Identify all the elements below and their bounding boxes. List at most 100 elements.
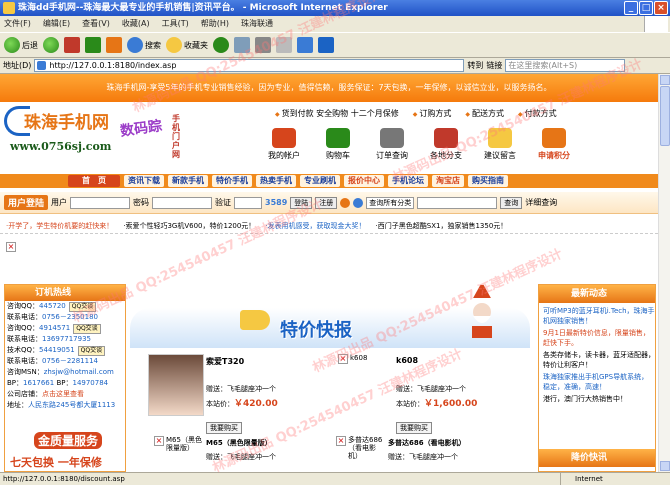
tab-new-phones[interactable]: 新款手机	[168, 175, 208, 187]
vertical-scrollbar[interactable]	[658, 74, 670, 472]
menu-help[interactable]: 帮助(H)	[201, 16, 229, 32]
address-input[interactable]: http://127.0.0.1:8180/index.asp	[34, 59, 465, 72]
scroll-thumb[interactable]	[660, 86, 670, 146]
product-image-alt[interactable]: M65（黑色限量版）	[166, 436, 202, 452]
search-button[interactable]: 搜索	[127, 37, 161, 53]
print-icon[interactable]	[276, 37, 292, 53]
go-button[interactable]: 转到	[467, 60, 483, 71]
qq-chat-button[interactable]: QQ交谈	[77, 346, 106, 356]
verify-input[interactable]	[234, 196, 263, 209]
forward-arrow-icon[interactable]	[43, 37, 59, 53]
stop-icon[interactable]	[64, 37, 80, 53]
tab-special[interactable]: 特价手机	[212, 175, 252, 187]
scroll-up-arrow-icon[interactable]	[660, 75, 670, 85]
messenger-icon[interactable]	[318, 37, 334, 53]
product-image-alt[interactable]: k608	[350, 354, 367, 362]
menu-tools[interactable]: 工具(T)	[162, 16, 189, 32]
qq-chat-button[interactable]: QQ交谈	[68, 302, 97, 312]
tab-quotes[interactable]: 报价中心	[344, 175, 384, 187]
username-input[interactable]	[70, 196, 131, 209]
product-name[interactable]: M65（黑色限量版）	[206, 438, 272, 448]
product-name[interactable]: 多普达686（看电影机）	[388, 438, 466, 448]
category-select[interactable]: 查询所有分类	[366, 196, 415, 209]
nav-cart[interactable]: 购物车	[316, 128, 360, 161]
ticker-item[interactable]: ·开学了，学生特价机要的赶快来！	[6, 218, 113, 233]
buy-button[interactable]: 我要购买	[206, 422, 242, 434]
tab-taobao[interactable]: 淘宝店	[432, 175, 464, 187]
minimize-button[interactable]: _	[624, 1, 638, 15]
history-icon[interactable]	[234, 37, 250, 53]
cart-icon	[326, 128, 350, 148]
menu-unicom[interactable]: 珠海联通	[241, 16, 273, 32]
promo-quality: 金质量服务	[34, 432, 103, 449]
detail-search-link[interactable]: 详细查询	[525, 197, 557, 208]
verify-code: 3589	[265, 198, 288, 207]
home-icon[interactable]	[106, 37, 122, 53]
product-card: × M65（黑色限量版） M65（黑色限量版） 赠送：飞毛腿座冲一个	[154, 436, 284, 466]
register-button[interactable]: 注册	[315, 196, 338, 209]
product-name[interactable]: 索爱T320	[206, 356, 244, 367]
mail-icon[interactable]	[255, 37, 271, 53]
menu-favorites[interactable]: 收藏(A)	[122, 16, 150, 32]
maximize-button[interactable]: □	[639, 1, 653, 15]
contact-row: 联系电话：0756－2350180	[7, 313, 98, 321]
contact-row: 地址：人民东路245号都大厦1113	[7, 401, 116, 409]
toplink-secure[interactable]: 货到付款 安全购物 十二个月保修	[275, 108, 399, 119]
contact-row: 联系电话：0756－2281114	[7, 357, 98, 365]
nav-branches[interactable]: 各地分支	[424, 128, 468, 161]
site-logo[interactable]: 珠海手机网 www.0756sj.com	[4, 106, 134, 153]
media-icon[interactable]	[213, 37, 229, 53]
menu-view[interactable]: 查看(V)	[82, 16, 110, 32]
nav-my-account[interactable]: 我的帐户	[262, 128, 306, 161]
product-name[interactable]: k608	[396, 356, 418, 365]
login-button[interactable]: 登陆	[290, 196, 313, 209]
top-announcement: 珠海手机网-享受5年的手机专业销售经验，因为专业，值得信赖，服务保证：7天包换，…	[0, 74, 658, 102]
search-submit-button[interactable]: 查询	[500, 196, 523, 209]
product-image-alt[interactable]: 多普达686（看电影机）	[348, 436, 384, 460]
qq-chat-button[interactable]: QQ交谈	[73, 324, 101, 334]
nav-feedback[interactable]: 建议留言	[478, 128, 522, 161]
news-item[interactable]: 可听MP3的蓝牙耳机i.Tech，珠海手机网独家销售！	[543, 306, 655, 326]
toplink-order[interactable]: 订购方式	[413, 108, 451, 119]
ticker-item[interactable]: ·索爱个性轻巧3G机V600，特价1200元！	[123, 218, 255, 233]
ticker-item[interactable]: ·发表用机感受，获取现金大奖！	[265, 218, 365, 233]
user-label: 用户	[51, 198, 68, 207]
favorites-button[interactable]: 收藏夹	[166, 37, 208, 53]
site-search-input[interactable]	[417, 196, 498, 209]
password-input[interactable]	[152, 196, 213, 209]
news-item[interactable]: 各类存储卡，读卡器，蓝牙适配器，特价让利客户！	[543, 350, 655, 370]
nav-order-query[interactable]: 订单查询	[370, 128, 414, 161]
shop-link[interactable]: 点击这里查看	[42, 390, 84, 398]
menu-edit[interactable]: 编辑(E)	[43, 16, 70, 32]
tab-hot[interactable]: 热卖手机	[256, 175, 296, 187]
buy-button[interactable]: 我要购买	[396, 422, 432, 434]
tab-flash[interactable]: 专业刷机	[300, 175, 340, 187]
product-image[interactable]	[148, 354, 204, 416]
refresh-icon[interactable]	[85, 37, 101, 53]
menu-file[interactable]: 文件(F)	[4, 16, 31, 32]
news-item[interactable]: 珠海独家推出手机GPS导航系统，稳定，准确，高速！	[543, 372, 655, 392]
logo-brand: 珠海手机网	[24, 113, 109, 133]
edit-icon[interactable]	[297, 37, 313, 53]
tab-news[interactable]: 资讯下载	[124, 175, 164, 187]
news-item[interactable]: 港行，澳门行大热销售中！	[543, 394, 655, 404]
tab-forum[interactable]: 手机论坛	[388, 175, 428, 187]
product-gift: 赠送：飞毛腿座冲一个	[396, 385, 466, 393]
tab-home[interactable]: 首 页	[68, 175, 120, 187]
news-ticker: ·开学了，学生特价机要的赶快来！ ·索爱个性轻巧3G机V600，特价1200元！…	[0, 218, 658, 234]
product-gift: 赠送：飞毛腿座冲一个	[206, 453, 276, 461]
ie-search-input[interactable]: 在这里搜索(Alt+S)	[505, 59, 626, 72]
close-button[interactable]: ×	[654, 1, 668, 15]
scroll-down-arrow-icon[interactable]	[660, 461, 670, 471]
links-label[interactable]: 链接	[486, 60, 502, 71]
account-icon	[272, 128, 296, 148]
ticker-item[interactable]: ·西门子黑色超酷SX1，独家销售1350元！	[376, 218, 508, 233]
news-item[interactable]: 9月1日最新特价信息，限量销售，赶快下手。	[543, 328, 655, 348]
tab-guide[interactable]: 购买指南	[468, 175, 508, 187]
toplink-delivery[interactable]: 配送方式	[465, 108, 504, 119]
product-card: 索爱T320 赠送：飞毛腿座冲一个 本站价：￥420.00 我要购买	[144, 354, 278, 444]
toplink-payment[interactable]: 付款方式	[518, 108, 557, 119]
status-url: http://127.0.0.1:8180/discount.asp	[3, 475, 125, 483]
nav-points[interactable]: 申请积分	[532, 128, 576, 161]
back-button[interactable]: 后退	[4, 37, 38, 53]
